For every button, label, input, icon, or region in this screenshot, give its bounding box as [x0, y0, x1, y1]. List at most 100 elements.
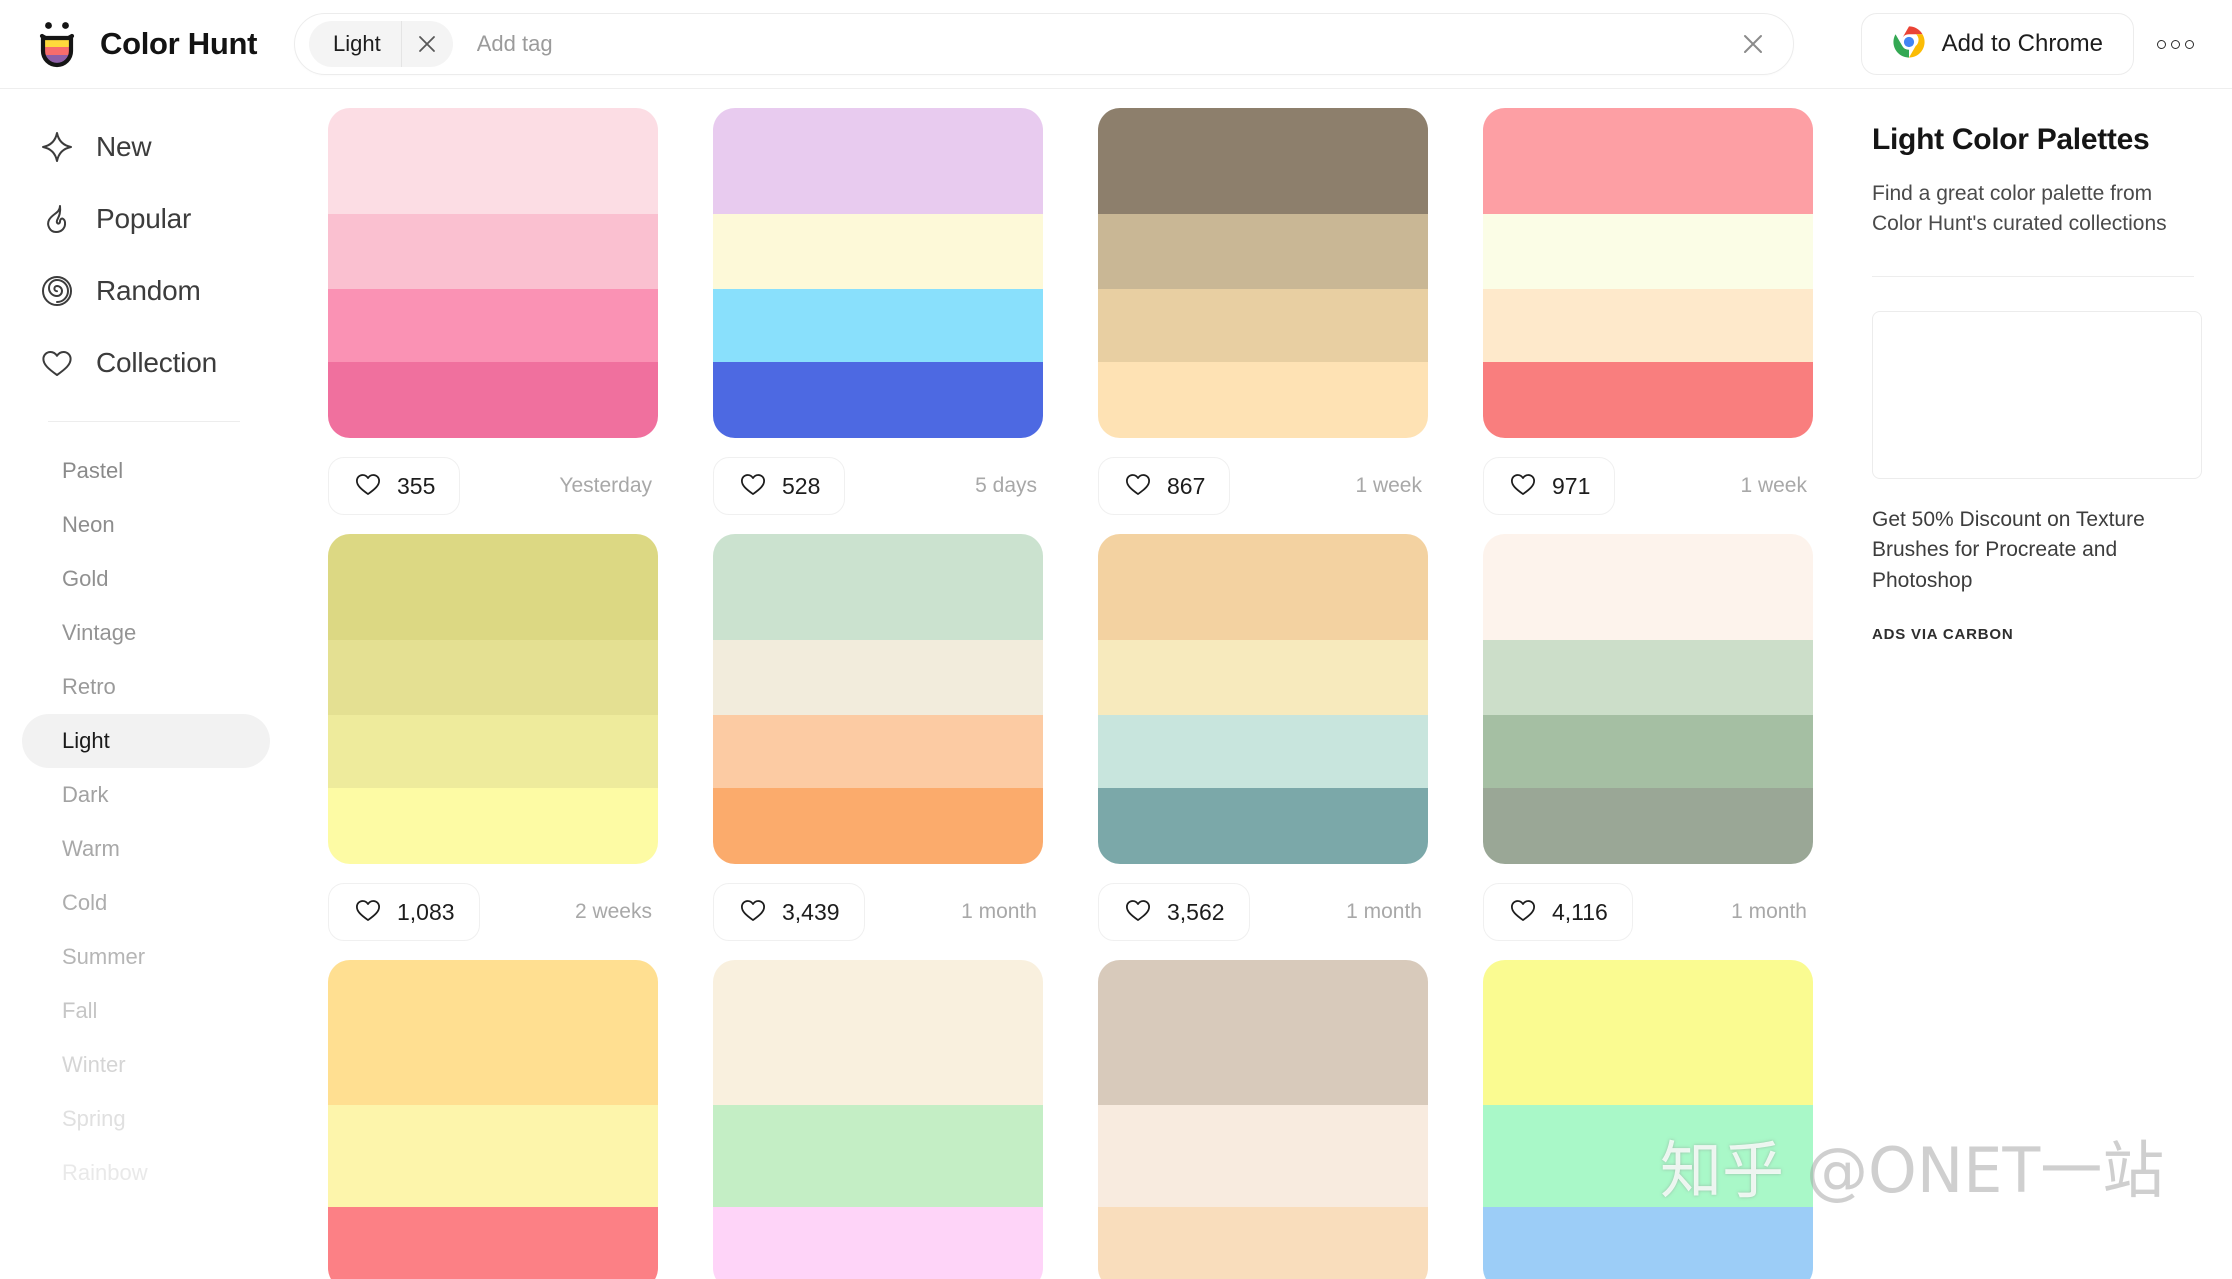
palette-color-swatch[interactable]	[713, 1207, 1043, 1279]
brand-logo-link[interactable]: Color Hunt	[32, 19, 290, 69]
palette-color-swatch[interactable]	[713, 362, 1043, 438]
palette-color-swatch[interactable]	[1098, 1105, 1428, 1207]
sidebar-tag-winter[interactable]: Winter	[22, 1038, 270, 1092]
palette-color-swatch[interactable]	[1483, 108, 1813, 214]
sidebar-tag-neon[interactable]: Neon	[22, 498, 270, 552]
palette-color-swatch[interactable]	[328, 715, 658, 788]
palette-color-swatch[interactable]	[328, 640, 658, 716]
palette-color-swatch[interactable]	[713, 960, 1043, 1105]
palette-color-swatch[interactable]	[1098, 788, 1428, 864]
ad-attribution[interactable]: ADS VIA CARBON	[1872, 626, 2194, 643]
more-horizontal-icon[interactable]	[2144, 13, 2206, 75]
palette-color-swatch[interactable]	[328, 534, 658, 640]
palette-color-swatch[interactable]	[713, 788, 1043, 864]
ad-text[interactable]: Get 50% Discount on Texture Brushes for …	[1872, 505, 2194, 596]
clear-search-close-icon[interactable]	[1733, 24, 1773, 64]
sidebar-tag-spring[interactable]: Spring	[22, 1092, 270, 1146]
like-button[interactable]: 1,083	[328, 883, 480, 941]
palette-card[interactable]	[328, 960, 658, 1279]
palette-color-swatch[interactable]	[328, 1105, 658, 1207]
palette-swatches[interactable]	[328, 108, 658, 438]
palette-card[interactable]: 8671 week	[1098, 108, 1428, 534]
palette-color-swatch[interactable]	[1483, 534, 1813, 640]
palette-card[interactable]: 355Yesterday	[328, 108, 658, 534]
palette-color-swatch[interactable]	[1483, 362, 1813, 438]
palette-color-swatch[interactable]	[1098, 214, 1428, 290]
sidebar-item-collection[interactable]: Collection	[0, 327, 278, 399]
sidebar-tag-gold[interactable]: Gold	[22, 552, 270, 606]
palette-swatches[interactable]	[1483, 960, 1813, 1279]
palette-swatches[interactable]	[713, 534, 1043, 864]
palette-color-swatch[interactable]	[1483, 1207, 1813, 1279]
like-button[interactable]: 971	[1483, 457, 1615, 515]
sidebar-tag-rainbow[interactable]: Rainbow	[22, 1146, 270, 1200]
palette-color-swatch[interactable]	[328, 788, 658, 864]
palette-swatches[interactable]	[713, 960, 1043, 1279]
palette-card[interactable]	[1483, 960, 1813, 1279]
palette-color-swatch[interactable]	[713, 715, 1043, 788]
palette-color-swatch[interactable]	[1098, 289, 1428, 362]
palette-color-swatch[interactable]	[1483, 640, 1813, 716]
sidebar-tag-dark[interactable]: Dark	[22, 768, 270, 822]
add-to-chrome-button[interactable]: Add to Chrome	[1861, 13, 2134, 75]
palette-swatches[interactable]	[1098, 108, 1428, 438]
palette-color-swatch[interactable]	[713, 108, 1043, 214]
palette-color-swatch[interactable]	[328, 289, 658, 362]
palette-color-swatch[interactable]	[1483, 788, 1813, 864]
palette-color-swatch[interactable]	[1098, 715, 1428, 788]
sidebar-tag-cold[interactable]: Cold	[22, 876, 270, 930]
sidebar-tag-warm[interactable]: Warm	[22, 822, 270, 876]
like-button[interactable]: 3,439	[713, 883, 865, 941]
palette-color-swatch[interactable]	[1098, 108, 1428, 214]
palette-card[interactable]: 4,1161 month	[1483, 534, 1813, 960]
palette-card[interactable]: 5285 days	[713, 108, 1043, 534]
palette-swatches[interactable]	[1483, 108, 1813, 438]
sidebar-tag-pastel[interactable]: Pastel	[22, 444, 270, 498]
sidebar-tag-light[interactable]: Light	[22, 714, 270, 768]
palette-color-swatch[interactable]	[1483, 715, 1813, 788]
palette-color-swatch[interactable]	[713, 214, 1043, 290]
sidebar-tag-summer[interactable]: Summer	[22, 930, 270, 984]
search-bar[interactable]: Light	[294, 13, 1794, 75]
palette-color-swatch[interactable]	[713, 534, 1043, 640]
palette-swatches[interactable]	[713, 108, 1043, 438]
palette-color-swatch[interactable]	[328, 362, 658, 438]
palette-color-swatch[interactable]	[1098, 640, 1428, 716]
palette-color-swatch[interactable]	[1483, 960, 1813, 1105]
palette-card[interactable]: 3,5621 month	[1098, 534, 1428, 960]
palette-color-swatch[interactable]	[328, 108, 658, 214]
palette-swatches[interactable]	[1098, 960, 1428, 1279]
palette-color-swatch[interactable]	[1098, 960, 1428, 1105]
palette-color-swatch[interactable]	[1098, 534, 1428, 640]
like-button[interactable]: 528	[713, 457, 845, 515]
palette-color-swatch[interactable]	[713, 1105, 1043, 1207]
sidebar-tag-fall[interactable]: Fall	[22, 984, 270, 1038]
palette-color-swatch[interactable]	[1098, 1207, 1428, 1279]
palette-color-swatch[interactable]	[1483, 1105, 1813, 1207]
active-tag-chip[interactable]: Light	[309, 21, 453, 67]
sidebar-tag-vintage[interactable]: Vintage	[22, 606, 270, 660]
palette-color-swatch[interactable]	[1483, 214, 1813, 290]
sidebar-item-random[interactable]: Random	[0, 255, 278, 327]
like-button[interactable]: 3,562	[1098, 883, 1250, 941]
palette-card[interactable]: 3,4391 month	[713, 534, 1043, 960]
like-button[interactable]: 867	[1098, 457, 1230, 515]
remove-tag-close-icon[interactable]	[401, 21, 453, 67]
palette-card[interactable]: 9711 week	[1483, 108, 1813, 534]
like-button[interactable]: 4,116	[1483, 883, 1633, 941]
palette-color-swatch[interactable]	[1098, 362, 1428, 438]
palette-color-swatch[interactable]	[713, 289, 1043, 362]
sidebar-item-new[interactable]: New	[0, 111, 278, 183]
palette-color-swatch[interactable]	[328, 214, 658, 290]
palette-color-swatch[interactable]	[713, 640, 1043, 716]
palette-color-swatch[interactable]	[328, 1207, 658, 1279]
palette-card[interactable]	[1098, 960, 1428, 1279]
palette-color-swatch[interactable]	[1483, 289, 1813, 362]
sidebar-item-popular[interactable]: Popular	[0, 183, 278, 255]
add-tag-input[interactable]	[477, 21, 1733, 67]
palette-color-swatch[interactable]	[328, 960, 658, 1105]
like-button[interactable]: 355	[328, 457, 460, 515]
palette-card[interactable]	[713, 960, 1043, 1279]
palette-swatches[interactable]	[328, 534, 658, 864]
palette-swatches[interactable]	[1098, 534, 1428, 864]
